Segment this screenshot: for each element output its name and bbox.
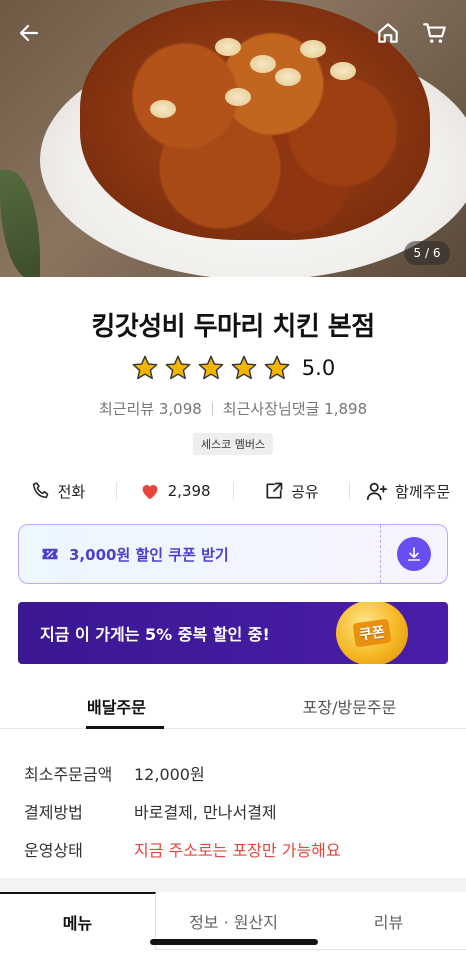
info-row-status: 운영상태 지금 주소로는 포장만 가능해요 xyxy=(24,830,444,868)
share-label: 공유 xyxy=(291,482,319,501)
coupon-ticket-icon xyxy=(42,548,58,560)
store-name: 킹갓성비 두마리 치킨 본점 xyxy=(91,312,375,342)
rating-value: 5.0 xyxy=(301,356,336,380)
info-row-min-order: 최소주문금액 12,000원 xyxy=(24,754,444,792)
image-counter: 5 / 6 xyxy=(404,241,450,265)
info-value: 12,000원 xyxy=(134,765,205,784)
order-type-tabs: 배달주문 포장/방문주문 xyxy=(0,683,466,729)
like-count: 2,398 xyxy=(167,482,211,500)
garlic-slice xyxy=(300,40,326,58)
coupon-download-card[interactable]: 3,000원 할인 쿠폰 받기 xyxy=(18,524,448,584)
action-bar: 전화 2,398 공유 함께주문 xyxy=(0,476,466,506)
info-key: 최소주문금액 xyxy=(24,765,113,784)
store-info: 최소주문금액 12,000원 결제방법 바로결제, 만나서결제 운영상태 지금 … xyxy=(24,754,444,868)
group-order-button[interactable]: 함께주문 xyxy=(350,480,466,502)
review-counts: 최근리뷰 3,098 최근사장님댓글 1,898 xyxy=(0,398,466,419)
tab-menu[interactable]: 메뉴 xyxy=(0,892,156,950)
owner-replies-link[interactable]: 최근사장님댓글 1,898 xyxy=(223,398,367,419)
info-value: 바로결제, 만나서결제 xyxy=(134,803,277,822)
heart-icon xyxy=(142,485,157,500)
back-button[interactable] xyxy=(14,18,44,48)
coin-label: 쿠폰 xyxy=(352,618,392,648)
star-icon xyxy=(165,355,191,380)
garlic-slice xyxy=(225,88,251,106)
like-button[interactable]: 2,398 xyxy=(117,480,233,502)
hero-image[interactable]: 5 / 6 xyxy=(0,0,466,277)
share-icon xyxy=(266,482,283,499)
download-circle xyxy=(397,537,431,571)
back-arrow-icon xyxy=(19,24,39,42)
star-icon xyxy=(198,355,224,380)
home-icon xyxy=(378,23,398,43)
add-user-icon xyxy=(366,482,388,501)
info-key: 결제방법 xyxy=(24,803,83,822)
home-indicator xyxy=(150,939,318,945)
tab-reviews[interactable]: 리뷰 xyxy=(311,892,466,950)
share-button[interactable]: 공유 xyxy=(234,481,350,502)
garlic-slice xyxy=(275,68,301,86)
home-button[interactable] xyxy=(373,18,403,48)
cart-icon xyxy=(423,23,446,43)
coupon-download-button[interactable] xyxy=(381,525,447,583)
star-icon xyxy=(132,355,158,380)
download-icon xyxy=(407,547,421,561)
garlic-slice xyxy=(330,62,356,80)
info-key: 운영상태 xyxy=(24,841,83,860)
info-row-payment: 결제방법 바로결제, 만나서결제 xyxy=(24,792,444,830)
garlic-slice xyxy=(150,100,176,118)
call-button[interactable]: 전화 xyxy=(0,481,116,502)
phone-icon xyxy=(32,482,48,499)
star-icon xyxy=(264,355,290,380)
group-order-label: 함께주문 xyxy=(395,482,451,501)
leaf-decoration xyxy=(0,170,40,277)
cesco-badge: 세스코 멤버스 xyxy=(193,433,273,455)
section-divider xyxy=(0,878,466,892)
coupon-coin-image: 쿠폰 xyxy=(336,602,408,664)
discount-banner[interactable]: 지금 이 가게는 5% 중복 할인 중! 쿠폰 xyxy=(18,602,448,664)
coupon-info[interactable]: 3,000원 할인 쿠폰 받기 xyxy=(19,525,380,583)
rating-row: 5.0 xyxy=(0,354,466,382)
recent-reviews-link[interactable]: 최근리뷰 3,098 xyxy=(99,398,202,419)
garlic-slice xyxy=(250,55,276,73)
status-warning: 지금 주소로는 포장만 가능해요 xyxy=(134,841,341,860)
coupon-label: 3,000원 할인 쿠폰 받기 xyxy=(69,545,229,564)
call-label: 전화 xyxy=(57,482,86,501)
divider xyxy=(211,401,213,416)
tab-delivery[interactable]: 배달주문 xyxy=(0,683,233,729)
tab-pickup[interactable]: 포장/방문주문 xyxy=(233,683,466,728)
garlic-slice xyxy=(215,38,241,56)
cart-button[interactable] xyxy=(420,18,450,48)
star-icon xyxy=(231,355,257,380)
